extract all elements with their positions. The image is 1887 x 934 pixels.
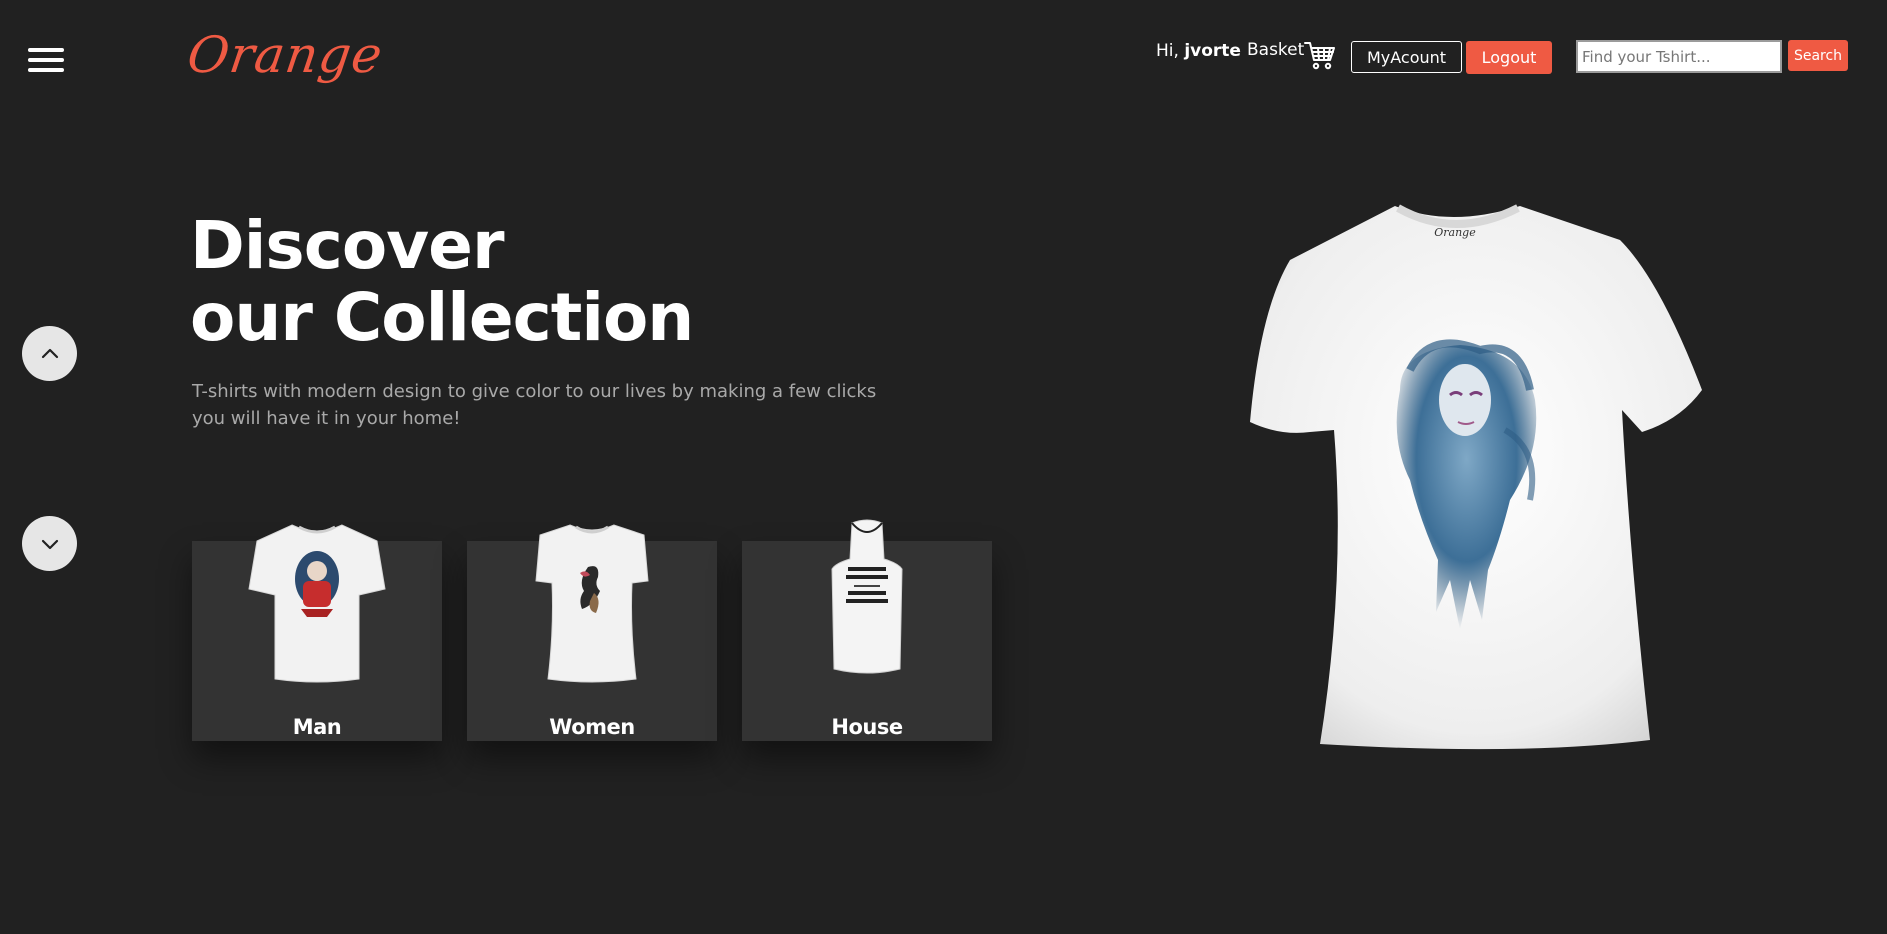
page: Orange Hi, jvorte Basket MyAcount Logout… bbox=[0, 0, 1887, 934]
scroll-down-button[interactable] bbox=[22, 516, 77, 571]
svg-text:Orange: Orange bbox=[1434, 226, 1476, 239]
category-label-women: Women bbox=[549, 715, 635, 739]
chevron-down-icon bbox=[41, 539, 58, 549]
my-account-button[interactable]: MyAcount bbox=[1351, 41, 1462, 73]
hero-title: Discover our Collection bbox=[190, 207, 694, 356]
apron-image bbox=[831, 519, 903, 674]
category-card-house[interactable]: House bbox=[742, 519, 992, 741]
logout-button[interactable]: Logout bbox=[1466, 41, 1552, 74]
category-card-women[interactable]: Women bbox=[467, 524, 717, 741]
featured-tshirt-image: Orange bbox=[1250, 204, 1702, 750]
basket-link[interactable]: Basket bbox=[1247, 38, 1336, 70]
hamburger-menu-icon[interactable] bbox=[28, 48, 64, 72]
search-input[interactable] bbox=[1576, 40, 1782, 73]
category-label-man: Man bbox=[292, 715, 342, 739]
man-tshirt-image bbox=[248, 524, 386, 683]
logo[interactable]: Orange bbox=[184, 26, 387, 84]
cart-icon bbox=[1304, 42, 1336, 70]
hero-title-line1: Discover bbox=[190, 207, 505, 284]
username: jvorte bbox=[1184, 41, 1241, 61]
category-label-house: House bbox=[831, 715, 903, 739]
greeting-prefix: Hi, bbox=[1156, 41, 1179, 61]
chevron-up-icon bbox=[41, 348, 58, 358]
women-tshirt-image bbox=[535, 524, 649, 683]
hero-title-line2: our Collection bbox=[190, 279, 694, 356]
search-button[interactable]: Search bbox=[1788, 40, 1848, 71]
basket-label: Basket bbox=[1247, 40, 1305, 60]
category-card-man[interactable]: Man bbox=[192, 524, 442, 741]
user-greeting: Hi, jvorte bbox=[1156, 41, 1241, 61]
hero-subtitle: T-shirts with modern design to give colo… bbox=[192, 381, 877, 429]
scroll-up-button[interactable] bbox=[22, 326, 77, 381]
